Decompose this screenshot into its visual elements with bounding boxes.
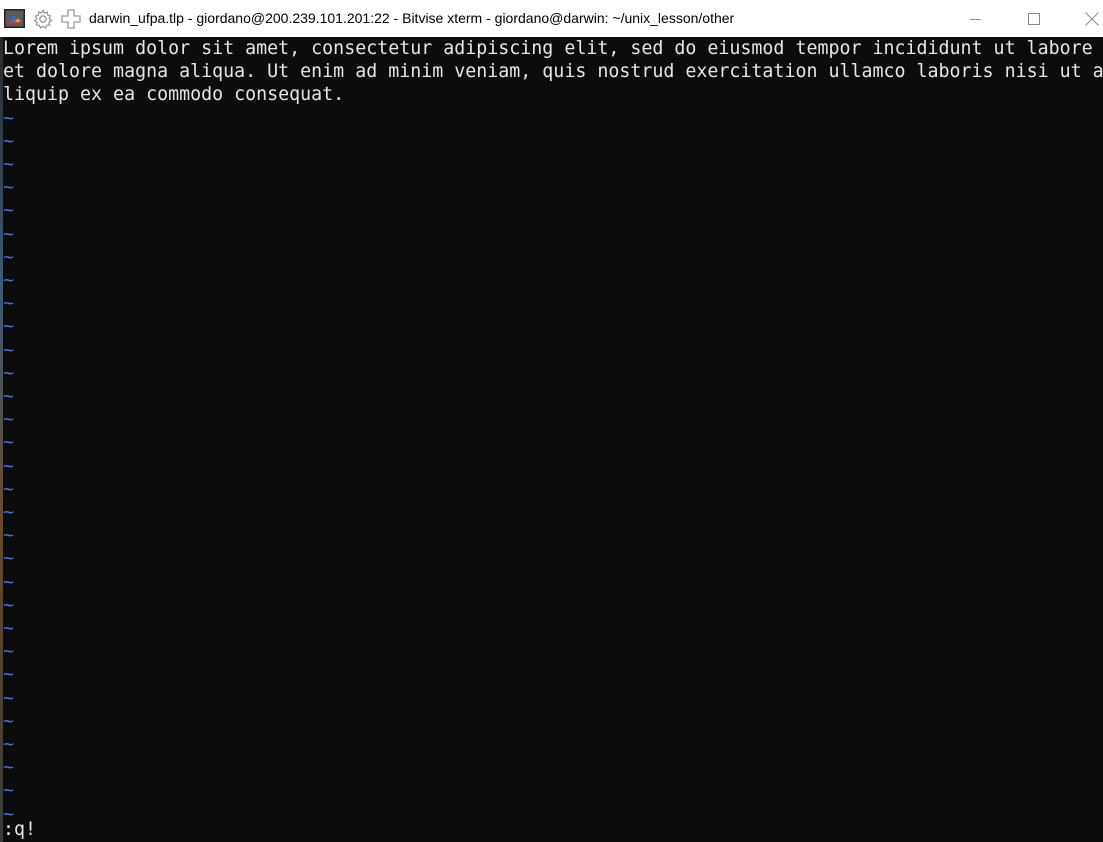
empty-line-tilde: ~ <box>3 594 15 616</box>
empty-line-tilde: ~ <box>3 757 15 779</box>
empty-line-tilde: ~ <box>3 246 15 268</box>
empty-line-tilde: ~ <box>3 478 15 500</box>
bitvise-xterm-window: darwin_ufpa.tlp - giordano@200.239.101.2… <box>0 0 1103 842</box>
bitvise-app-icon[interactable] <box>4 9 25 28</box>
empty-line-tilde: ~ <box>3 339 15 361</box>
empty-line-tilde: ~ <box>3 409 15 431</box>
close-icon <box>1085 11 1099 26</box>
terminal-area[interactable]: Lorem ipsum dolor sit amet, consectetur … <box>0 37 1103 842</box>
title-bar[interactable]: darwin_ufpa.tlp - giordano@200.239.101.2… <box>0 0 1103 37</box>
empty-line-tilde: ~ <box>3 107 15 129</box>
close-button[interactable] <box>1069 0 1103 37</box>
empty-line-tilde: ~ <box>3 618 15 639</box>
empty-line-tilde: ~ <box>3 734 15 755</box>
text-line-3: liquip ex ea commodo consequat. <box>3 84 345 106</box>
empty-line-tilde: ~ <box>3 455 15 477</box>
maximize-icon <box>1028 12 1040 25</box>
minimize-icon <box>970 18 981 20</box>
empty-line-tilde: ~ <box>3 710 15 732</box>
empty-line-tilde: ~ <box>3 154 15 175</box>
empty-line-tilde: ~ <box>3 270 15 291</box>
empty-line-tilde: ~ <box>3 780 15 802</box>
empty-line-tilde: ~ <box>3 664 15 686</box>
empty-line-tilde: ~ <box>3 432 15 454</box>
empty-line-tilde: ~ <box>3 130 15 152</box>
empty-line-tilde: ~ <box>3 641 15 663</box>
vim-command-line[interactable]: :q! <box>3 818 36 841</box>
text-line-2: et dolore magna aliqua. Ut enim ad minim… <box>3 61 1103 83</box>
empty-line-tilde: ~ <box>3 502 15 523</box>
empty-line-tilde: ~ <box>3 687 15 709</box>
empty-line-tilde: ~ <box>3 200 15 222</box>
empty-line-tilde: ~ <box>3 525 15 547</box>
empty-line-tilde: ~ <box>3 548 15 570</box>
empty-line-tilde: ~ <box>3 223 15 245</box>
empty-line-tilde: ~ <box>3 571 15 593</box>
plus-icon[interactable] <box>60 8 82 30</box>
empty-line-tilde: ~ <box>3 386 15 407</box>
text-line-1: Lorem ipsum dolor sit amet, consectetur … <box>3 38 1093 59</box>
empty-line-tilde: ~ <box>3 362 15 384</box>
maximize-button[interactable] <box>1011 0 1057 37</box>
empty-line-tilde: ~ <box>3 316 15 338</box>
gear-icon[interactable] <box>32 8 54 30</box>
empty-line-tilde: ~ <box>3 293 15 315</box>
minimize-button[interactable] <box>953 0 999 37</box>
window-title: darwin_ufpa.tlp - giordano@200.239.101.2… <box>89 10 735 26</box>
empty-line-tilde: ~ <box>3 177 15 199</box>
